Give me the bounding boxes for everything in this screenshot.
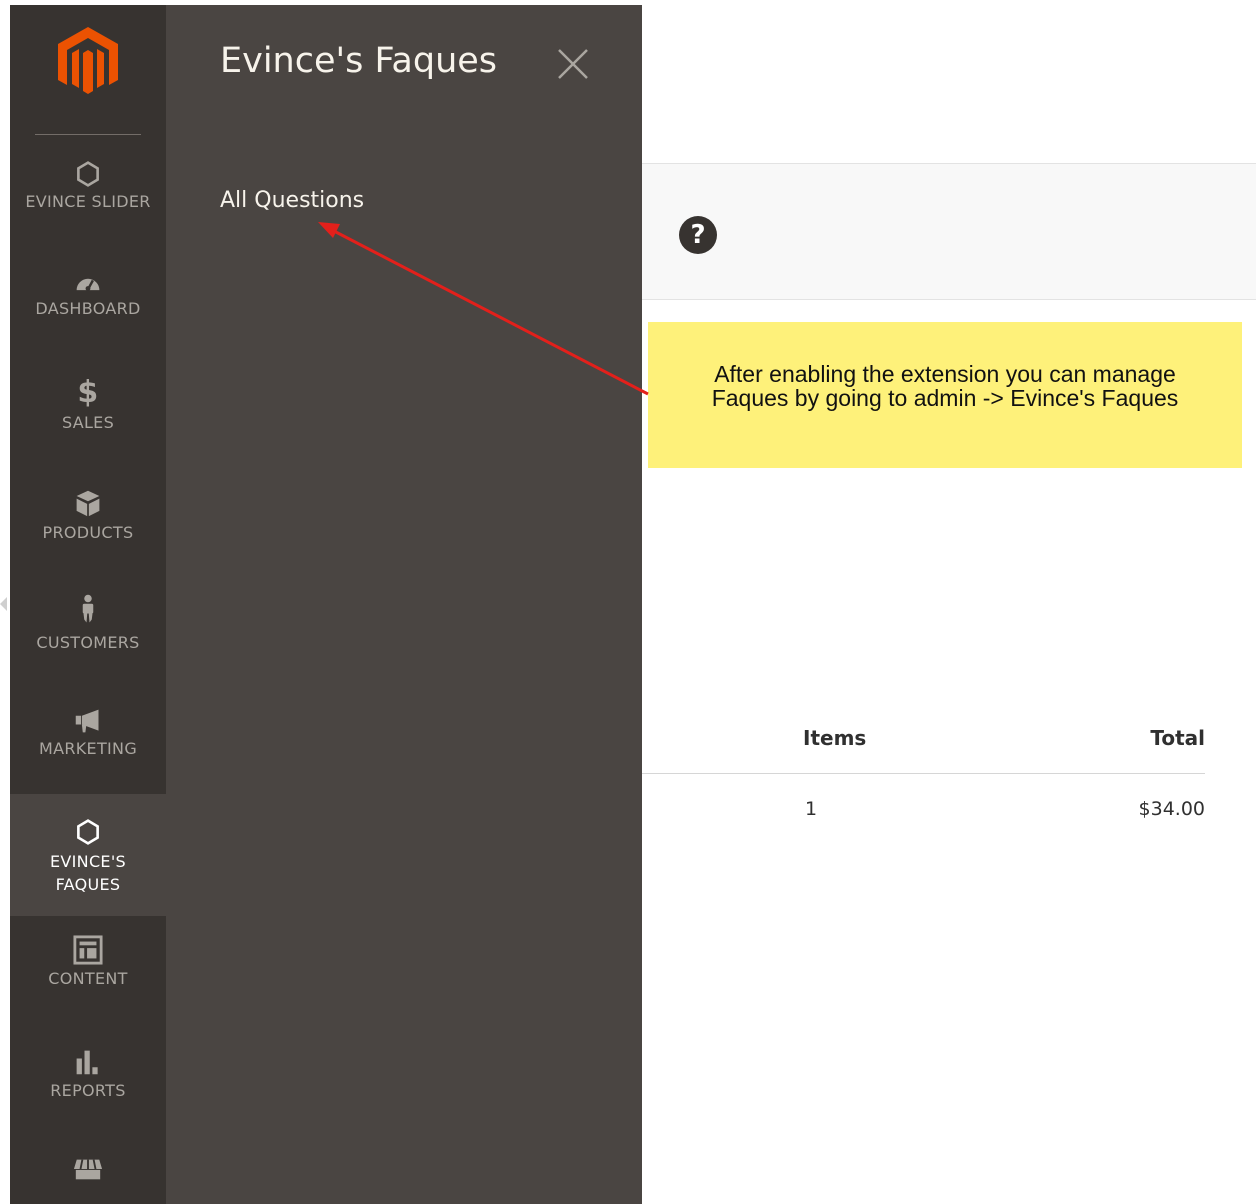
- nav-dashboard[interactable]: DASHBOARD: [10, 269, 166, 349]
- close-icon[interactable]: [556, 47, 590, 81]
- nav-sales[interactable]: $ SALES: [10, 377, 166, 457]
- person-icon: [82, 594, 94, 623]
- nav-content[interactable]: CONTENT: [10, 935, 166, 1015]
- nav-customers[interactable]: CUSTOMERS: [10, 589, 166, 679]
- flyout-title: Evince's Faques: [220, 41, 498, 81]
- dollar-icon: $: [77, 375, 99, 410]
- nav-marketing[interactable]: MARKETING: [10, 707, 166, 787]
- column-header-items[interactable]: Items: [803, 726, 866, 750]
- admin-sidebar: EVINCE SLIDER DASHBOARD $ SALES PRODUCTS…: [10, 5, 166, 1204]
- nav-evince-slider[interactable]: EVINCE SLIDER: [10, 155, 166, 235]
- submenu-flyout: Evince's Faques All Questions: [166, 5, 642, 1204]
- page-actions-bar: [642, 163, 1256, 300]
- nav-stores[interactable]: [10, 1157, 166, 1197]
- submenu-link-all-questions[interactable]: All Questions: [220, 188, 364, 213]
- magento-logo-icon[interactable]: [54, 25, 122, 97]
- annotation-line: After enabling the extension you can man…: [714, 361, 1176, 387]
- hexagon-icon: [77, 819, 99, 845]
- annotation-text: After enabling the extension you can man…: [648, 362, 1242, 410]
- annotation-line: Faques by going to admin -> Evince's Faq…: [711, 385, 1179, 411]
- nav-label: EVINCE'S FAQUES: [50, 852, 126, 894]
- column-header-total[interactable]: Total: [1080, 726, 1205, 750]
- table-cell-total: $34.00: [1138, 798, 1205, 820]
- nav-reports[interactable]: REPORTS: [10, 1047, 166, 1127]
- nav-label: REPORTS: [50, 1081, 126, 1100]
- nav-products[interactable]: PRODUCTS: [10, 487, 166, 567]
- table-cell-items: 1: [805, 798, 818, 820]
- layout-icon: [73, 935, 103, 965]
- megaphone-icon: [75, 709, 99, 733]
- nav-label: MARKETING: [38, 739, 138, 758]
- nav-label: DASHBOARD: [35, 299, 141, 318]
- left-edge: [0, 0, 10, 1204]
- store-icon: [73, 1159, 103, 1180]
- nav-label: CONTENT: [48, 969, 128, 988]
- box-icon: [76, 490, 100, 517]
- logo-divider: [35, 134, 141, 135]
- nav-label: SALES: [61, 413, 115, 432]
- nav-label: CUSTOMERS: [36, 633, 140, 652]
- nav-label: PRODUCTS: [42, 523, 134, 542]
- annotation-note: After enabling the extension you can man…: [648, 322, 1242, 468]
- hexagon-icon: [77, 161, 99, 187]
- speedometer-icon: [76, 278, 100, 291]
- collapse-notch-icon[interactable]: [0, 597, 7, 611]
- nav-label: EVINCE SLIDER: [25, 192, 151, 211]
- bar-chart-icon: [76, 1050, 98, 1075]
- help-icon[interactable]: ?: [679, 216, 717, 254]
- table-header-divider: [642, 773, 1205, 774]
- nav-evinces-faques[interactable]: EVINCE'S FAQUES: [10, 794, 166, 916]
